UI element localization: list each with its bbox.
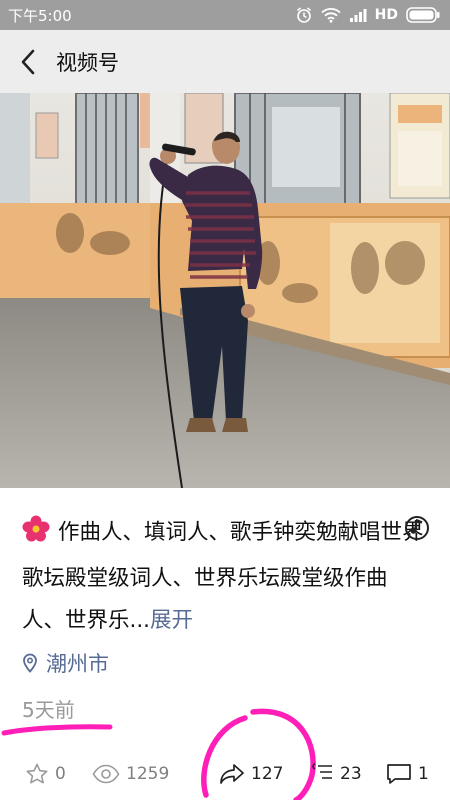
video-frame — [0, 93, 450, 488]
like-button[interactable]: 0 — [25, 752, 66, 796]
status-bar: 下午5:00 HD — [0, 0, 450, 30]
status-time: 下午5:00 — [8, 6, 72, 25]
alarm-icon — [295, 6, 313, 24]
star-icon — [25, 762, 49, 786]
battery-icon — [406, 7, 440, 23]
favorite-count: 23 — [340, 764, 362, 784]
music-note-icon[interactable] — [404, 515, 430, 545]
wifi-icon — [321, 7, 341, 23]
expand-link[interactable]: 展开 — [150, 608, 193, 633]
location-tag[interactable]: 潮州市 — [22, 648, 109, 678]
network-label: HD — [374, 7, 398, 23]
page-title: 视频号 — [56, 50, 119, 75]
favorite-button[interactable]: 23 — [312, 752, 362, 796]
hibiscus-icon — [22, 515, 50, 558]
share-arrow-icon — [219, 762, 245, 786]
post-time: 5天前 — [22, 698, 75, 722]
share-count: 127 — [251, 764, 284, 784]
location-text: 潮州市 — [46, 652, 109, 676]
heart-list-icon — [312, 762, 334, 786]
eye-icon — [92, 764, 120, 784]
share-button[interactable]: 127 — [219, 752, 283, 796]
video-player[interactable] — [0, 93, 450, 488]
location-pin-icon — [22, 653, 38, 673]
action-bar: 0 1259 127 23 1 — [0, 752, 450, 796]
underline-annotation — [1, 724, 113, 736]
post-description: 作曲人、填词人、歌手钟奕勉献唱世界歌坛殿堂级词人、世界乐坛殿堂级作曲人、世界乐.… — [22, 512, 430, 642]
signal-icon — [349, 8, 367, 22]
title-bar: 视频号 — [0, 30, 450, 93]
back-arrow-icon[interactable] — [14, 48, 42, 76]
post-text: 作曲人、填词人、歌手钟奕勉献唱世界歌坛殿堂级词人、世界乐坛殿堂级作曲人、世界乐.… — [22, 520, 424, 633]
status-icons: HD — [295, 6, 440, 24]
views-stat: 1259 — [92, 752, 169, 796]
comment-button[interactable]: 1 — [386, 752, 429, 796]
like-count: 0 — [55, 764, 66, 784]
view-count: 1259 — [126, 764, 170, 784]
comment-count: 1 — [418, 764, 429, 784]
comment-icon — [386, 762, 412, 786]
